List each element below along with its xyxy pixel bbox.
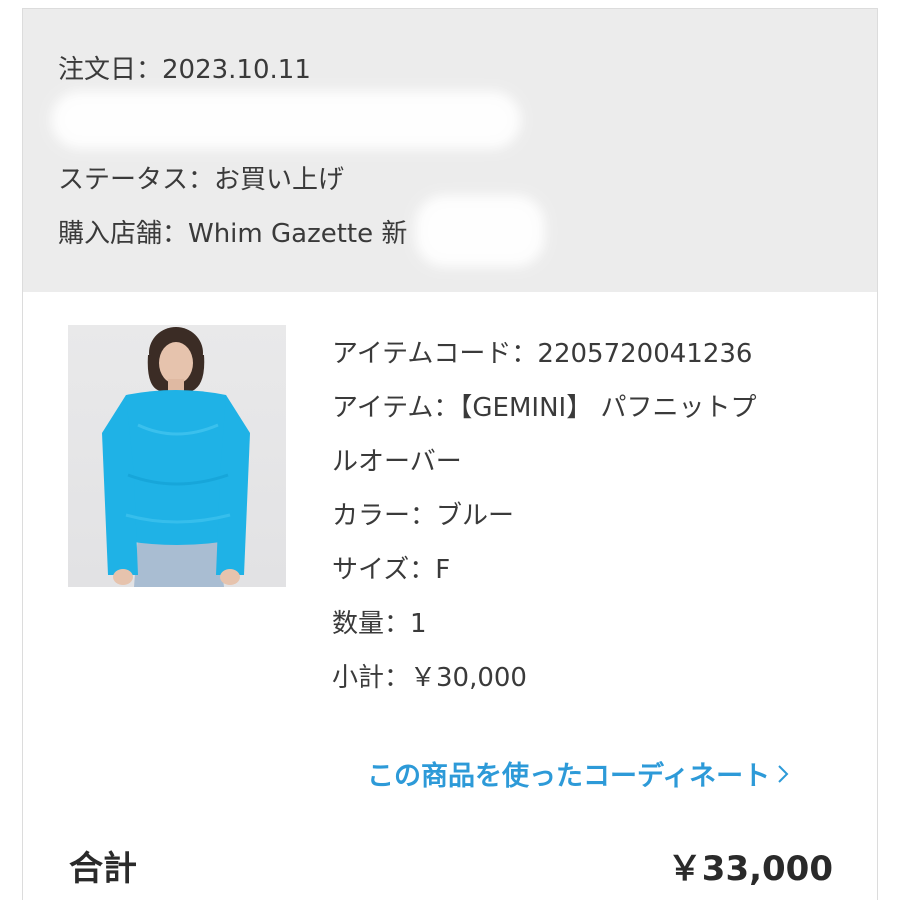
- redaction-mask: [415, 195, 545, 267]
- coordinate-link-label: この商品を使ったコーディネート: [367, 761, 771, 792]
- order-status: ステータス：お買い上げ: [58, 165, 345, 195]
- order-card: 注文日：2023.10.11 ステータス：お買い上げ 購入店舗：Whim Gaz…: [22, 8, 878, 900]
- order-date: 注文日：2023.10.11: [58, 55, 311, 85]
- total-label: 合計: [69, 849, 137, 889]
- chevron-right-icon: [776, 761, 790, 792]
- order-header: 注文日：2023.10.11 ステータス：お買い上げ 購入店舗：Whim Gaz…: [23, 9, 877, 292]
- item-quantity: 数量：1: [332, 609, 427, 639]
- purchase-store: 購入店舗：Whim Gazette 新: [58, 219, 408, 249]
- coordinate-link[interactable]: この商品を使ったコーディネート: [367, 754, 790, 793]
- item-size: サイズ：F: [332, 555, 451, 585]
- model-wearing-sweater-image: [102, 327, 250, 587]
- total-value: ￥33,000: [667, 849, 833, 889]
- item-color: カラー：ブルー: [332, 501, 515, 531]
- redaction-mask: [51, 91, 521, 149]
- item-subtotal: 小計：￥30,000: [332, 663, 527, 693]
- product-image[interactable]: [68, 325, 286, 587]
- item-name-line1: アイテム：【GEMINI】 パフニットプ: [332, 393, 757, 423]
- item-name-line2: ルオーバー: [332, 447, 462, 477]
- item-code: アイテムコード：2205720041236: [332, 339, 753, 369]
